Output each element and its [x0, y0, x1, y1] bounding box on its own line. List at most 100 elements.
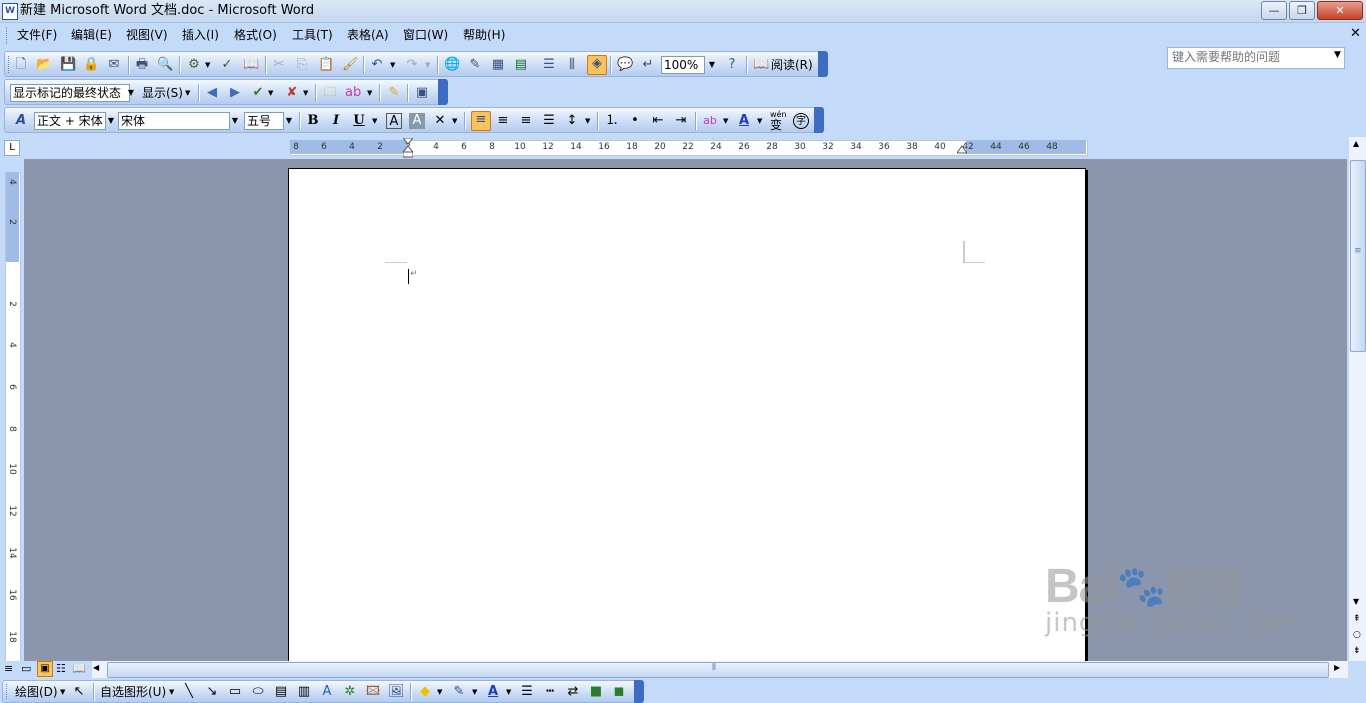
menu-table[interactable]: 表格(A)	[347, 28, 389, 42]
toolbar-grip[interactable]	[8, 56, 12, 73]
wordart-icon[interactable]: A	[319, 684, 335, 700]
scroll-up-icon[interactable]: ▲	[1353, 139, 1359, 148]
zoom-dropdown[interactable]: 100%	[661, 56, 705, 74]
oval-tool-icon[interactable]: ⬭	[250, 684, 266, 700]
fill-color-dropdown-icon[interactable]: ▼	[437, 688, 442, 696]
zoom-dropdown-arrow-icon[interactable]: ▼	[705, 56, 719, 74]
line-spacing-icon[interactable]: ↕	[564, 113, 580, 129]
accept-dropdown-icon[interactable]: ▼	[268, 89, 273, 97]
menu-edit[interactable]: 编辑(E)	[71, 28, 112, 42]
close-document-icon[interactable]: ✕	[1350, 26, 1361, 41]
reviewing-pane-icon[interactable]: ▣	[414, 85, 430, 101]
select-objects-icon[interactable]: ↖	[71, 684, 87, 700]
help-dropdown-icon[interactable]: ▼	[1334, 50, 1341, 60]
print-layout-view-icon[interactable]: ▣	[37, 661, 53, 677]
text-box-icon[interactable]: ▤	[273, 684, 289, 700]
formatting-toolbar-options-icon[interactable]	[814, 107, 824, 133]
redo-icon[interactable]: ↷	[404, 57, 420, 73]
draw-menu-button[interactable]: 绘图(D)	[15, 684, 58, 700]
highlight-color-dropdown-icon[interactable]: ▼	[723, 117, 728, 125]
help-search-input[interactable]	[1168, 48, 1322, 66]
char-scaling-dropdown-icon[interactable]: ▼	[452, 117, 457, 125]
drawing-font-color-dropdown-icon[interactable]: ▼	[506, 688, 511, 696]
italic-button[interactable]: I	[328, 113, 344, 129]
scroll-down-icon[interactable]: ▼	[1353, 597, 1359, 606]
align-right-icon[interactable]: ≡	[518, 113, 534, 129]
vertical-scroll-thumb[interactable]: ≡	[1350, 160, 1366, 352]
decrease-indent-icon[interactable]: ⇤	[650, 113, 666, 129]
shadow-style-icon[interactable]: ■	[588, 684, 604, 700]
format-painter-icon[interactable]: 🖌	[342, 57, 359, 73]
reviewing-toolbar-options-icon[interactable]	[438, 79, 448, 105]
help-search-box[interactable]: ▼	[1167, 47, 1345, 69]
bold-button[interactable]: B	[305, 113, 321, 129]
phonetic-guide-icon[interactable]: wén 变	[770, 110, 787, 132]
enclose-characters-icon[interactable]: 字	[793, 113, 809, 129]
minimize-icon[interactable]: —	[1261, 1, 1287, 20]
menu-insert[interactable]: 插入(I)	[182, 28, 219, 42]
cut-icon[interactable]: ✂	[271, 57, 287, 73]
drawing-font-color-icon[interactable]: A	[485, 684, 501, 700]
menu-view[interactable]: 视图(V)	[126, 28, 168, 42]
permission-icon[interactable]: 🔒	[83, 57, 99, 73]
document-map-icon[interactable]: ◈	[587, 55, 607, 75]
menu-tools[interactable]: 工具(T)	[292, 28, 333, 42]
next-change-icon[interactable]: ▶	[227, 85, 243, 101]
indent-marker-icon[interactable]	[401, 137, 415, 158]
read-mode-icon[interactable]: 📖	[753, 57, 769, 73]
style-dropdown[interactable]: 正文 + 宋体	[34, 112, 106, 130]
font-size-dropdown[interactable]: 五号	[244, 112, 284, 130]
accept-change-icon[interactable]: ✔	[250, 85, 266, 101]
line-color-dropdown-icon[interactable]: ▼	[472, 688, 477, 696]
align-left-icon[interactable]: ≡	[471, 111, 491, 131]
copy-icon[interactable]: ⎘	[294, 57, 310, 73]
drawing-toolbar-options-icon[interactable]	[634, 680, 644, 703]
menu-window[interactable]: 窗口(W)	[403, 28, 448, 42]
vertical-text-box-icon[interactable]: ▥	[296, 684, 312, 700]
word-app-icon[interactable]: W	[2, 3, 18, 20]
display-for-review-arrow-icon[interactable]: ▼	[124, 84, 138, 102]
highlight-color-icon[interactable]: ab	[702, 113, 718, 129]
styles-formatting-icon[interactable]: A	[13, 113, 29, 129]
autoshapes-dropdown-icon[interactable]: ▼	[169, 688, 174, 696]
char-scaling-icon[interactable]: ✕	[432, 113, 448, 129]
underline-dropdown-icon[interactable]: ▼	[372, 117, 377, 125]
char-border-icon[interactable]: A	[386, 113, 402, 129]
previous-change-icon[interactable]: ◀	[204, 85, 220, 101]
tab-selector-icon[interactable]: L	[4, 140, 20, 156]
highlight-icon[interactable]: ab	[345, 85, 361, 101]
line-spacing-dropdown-icon[interactable]: ▼	[585, 117, 590, 125]
insert-excel-icon[interactable]: ▤	[513, 57, 529, 73]
horizontal-scroll-thumb[interactable]: ⦀	[107, 662, 1329, 678]
font-color-dropdown-icon[interactable]: ▼	[757, 117, 762, 125]
display-for-review-dropdown[interactable]: 显示标记的最终状态	[10, 84, 130, 102]
new-icon[interactable]: 🗋	[13, 57, 29, 73]
font-dropdown[interactable]: 宋体	[118, 112, 230, 130]
next-page-icon[interactable]: ⇟	[1353, 646, 1361, 656]
track-changes-icon[interactable]: ✎	[386, 85, 402, 101]
autoshapes-button[interactable]: 自选图形(U)	[100, 684, 166, 700]
email-icon[interactable]: ✉	[106, 57, 122, 73]
align-center-icon[interactable]: ≡	[495, 113, 511, 129]
normal-view-icon[interactable]: ≡	[4, 662, 13, 675]
menu-format[interactable]: 格式(O)	[234, 28, 277, 42]
insert-picture-icon[interactable]: 🖼	[388, 684, 405, 700]
document-page[interactable]: ↵	[288, 168, 1086, 670]
print-preview-icon[interactable]: 🔍	[157, 57, 173, 73]
research-dropdown-icon[interactable]: ▼	[205, 61, 210, 69]
select-browse-object-icon[interactable]: ○	[1353, 630, 1361, 640]
tables-borders-icon[interactable]: ✎	[467, 57, 483, 73]
save-icon[interactable]: 💾	[60, 57, 76, 73]
toolbar-grip[interactable]	[6, 684, 10, 699]
reading-layout-view-icon[interactable]: 📖	[72, 662, 86, 675]
show-hide-icon[interactable]: 💬	[617, 57, 633, 73]
increase-indent-icon[interactable]: ⇥	[673, 113, 689, 129]
clip-art-icon[interactable]: 🖾	[365, 684, 381, 700]
research-icon[interactable]: ⚙	[186, 57, 202, 73]
line-style-icon[interactable]: ☰	[519, 684, 535, 700]
reject-dropdown-icon[interactable]: ▼	[303, 89, 308, 97]
menubar-grip[interactable]	[6, 27, 10, 44]
print-icon[interactable]: 🖶	[134, 57, 150, 73]
paste-icon[interactable]: 📋	[318, 57, 334, 73]
scroll-right-icon[interactable]: ▶	[1334, 663, 1340, 672]
